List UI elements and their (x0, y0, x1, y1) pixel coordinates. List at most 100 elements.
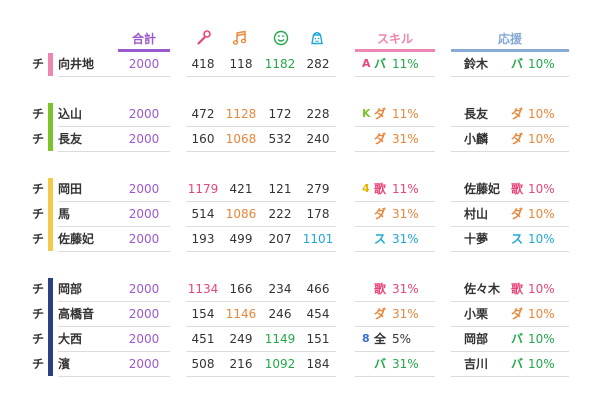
total-value: 2000 (128, 107, 160, 121)
row-divider (186, 251, 336, 252)
row-divider (355, 251, 435, 252)
stat-value: 151 (306, 332, 330, 346)
stat-value: 1179 (187, 182, 219, 196)
skill-type: ダ (374, 132, 387, 146)
table-row[interactable]: チ長友 2000 160 1068 532 240 ダ 31% 小麟 ダ 10% (0, 127, 601, 152)
member-name: 佐藤妃 (58, 232, 95, 246)
skill-percent: 5% (392, 332, 412, 346)
member-name: 高橋音 (58, 307, 95, 321)
total-value: 2000 (128, 332, 160, 346)
member-name: 込山 (58, 107, 83, 121)
music-note-icon (232, 30, 248, 46)
row-divider (58, 251, 118, 252)
stat-value: 466 (306, 282, 330, 296)
support-type: ダ (511, 307, 524, 321)
smile-icon (273, 30, 289, 46)
row-type-label: チ (32, 207, 45, 221)
stat-value: 282 (306, 57, 330, 71)
stat-value: 1134 (187, 282, 219, 296)
member-name: 濱 (58, 357, 71, 371)
stat-value: 418 (191, 57, 215, 71)
row-type-label: チ (32, 182, 45, 196)
stat-value: 166 (229, 282, 253, 296)
support-name: 十夢 (464, 232, 489, 246)
skill-level (362, 352, 374, 376)
skill-percent: 31% (392, 207, 419, 221)
row-divider (118, 76, 170, 77)
support-percent: 10% (528, 132, 555, 146)
table-row[interactable]: チ高橋音 2000 154 1146 246 454 ダ 31% 小栗 ダ 10% (0, 302, 601, 327)
skill-percent: 31% (392, 132, 419, 146)
row-type-label: チ (32, 357, 45, 371)
stat-value: 160 (191, 132, 215, 146)
stat-value: 421 (229, 182, 253, 196)
row-type-label: チ (32, 132, 45, 146)
skill-percent: 31% (392, 357, 419, 371)
table-row[interactable]: チ岡部 2000 1134 166 234 466 歌 31% 佐々木歌 10% (0, 277, 601, 302)
table-row[interactable]: チ向井地 2000 418 118 1182 282 A バ 11% 鈴木バ 10% (0, 52, 601, 77)
row-divider (118, 251, 170, 252)
skill-type: 歌 (374, 182, 387, 196)
support-type: バ (511, 332, 524, 346)
stat-value: 154 (191, 307, 215, 321)
stat-value: 532 (268, 132, 292, 146)
table-row[interactable]: チ岡田 2000 1179 421 121 279 4 歌 11% 佐藤妃歌 10% (0, 177, 601, 202)
member-name: 大西 (58, 332, 83, 346)
support-type: ダ (511, 107, 524, 121)
table-row[interactable]: チ濱 2000 508 216 1092 184 バ 31% 吉川 バ 10% (0, 352, 601, 377)
skill-level (362, 202, 374, 226)
total-value: 2000 (128, 282, 160, 296)
support-name: 村山 (464, 207, 489, 221)
skill-percent: 31% (392, 282, 419, 296)
total-value: 2000 (128, 57, 160, 71)
row-divider (186, 376, 336, 377)
table-row[interactable]: チ馬 2000 514 1086 222 178 ダ 31% 村山 ダ 10% (0, 202, 601, 227)
row-divider (118, 376, 170, 377)
table-row[interactable]: チ大西 2000 451 249 1149 151 8 全 5% 岡部 バ 10% (0, 327, 601, 352)
support-type: 歌 (511, 282, 524, 296)
row-divider (451, 151, 569, 152)
skill-percent: 31% (392, 232, 419, 246)
skill-type: 歌 (374, 282, 387, 296)
header-skill: スキル (376, 32, 413, 46)
stat-value: 222 (268, 207, 292, 221)
stat-value: 1101 (302, 232, 334, 246)
row-type-label: チ (32, 232, 45, 246)
support-percent: 10% (528, 207, 555, 221)
skill-type: ス (374, 232, 387, 246)
total-value: 2000 (128, 307, 160, 321)
support-type: ダ (511, 132, 524, 146)
row-type-label: チ (32, 307, 45, 321)
support-percent: 10% (528, 232, 555, 246)
support-percent: 10% (528, 357, 555, 371)
stat-value: 1182 (264, 57, 296, 71)
stat-value: 234 (268, 282, 292, 296)
skill-percent: 11% (392, 182, 419, 196)
member-name: 馬 (58, 207, 71, 221)
pudding-icon (309, 30, 325, 46)
skill-type: ダ (374, 307, 387, 321)
row-type-label: チ (32, 282, 45, 296)
member-name: 岡部 (58, 282, 83, 296)
member-name: 岡田 (58, 182, 83, 196)
support-percent: 10% (528, 332, 555, 346)
support-percent: 10% (528, 307, 555, 321)
support-name: 鈴木 (464, 57, 489, 71)
support-name: 長友 (464, 107, 489, 121)
row-type-label: チ (32, 57, 45, 71)
support-type: ダ (511, 207, 524, 221)
stat-value: 1092 (264, 357, 296, 371)
row-divider (451, 251, 569, 252)
skill-level: 8 (362, 332, 370, 345)
skill-type: ダ (374, 207, 387, 221)
stat-value: 240 (306, 132, 330, 146)
stat-value: 1149 (264, 332, 296, 346)
total-value: 2000 (128, 132, 160, 146)
skill-level: A (362, 57, 371, 70)
support-type: バ (511, 57, 524, 71)
skill-level: 4 (362, 182, 370, 195)
table-row[interactable]: チ込山 2000 472 1128 172 228 K ダ 11% 長友ダ 10% (0, 102, 601, 127)
table-row[interactable]: チ佐藤妃 2000 193 499 207 1101 ス 31% 十夢 ス 10% (0, 227, 601, 252)
stat-value: 249 (229, 332, 253, 346)
row-divider (451, 76, 569, 77)
